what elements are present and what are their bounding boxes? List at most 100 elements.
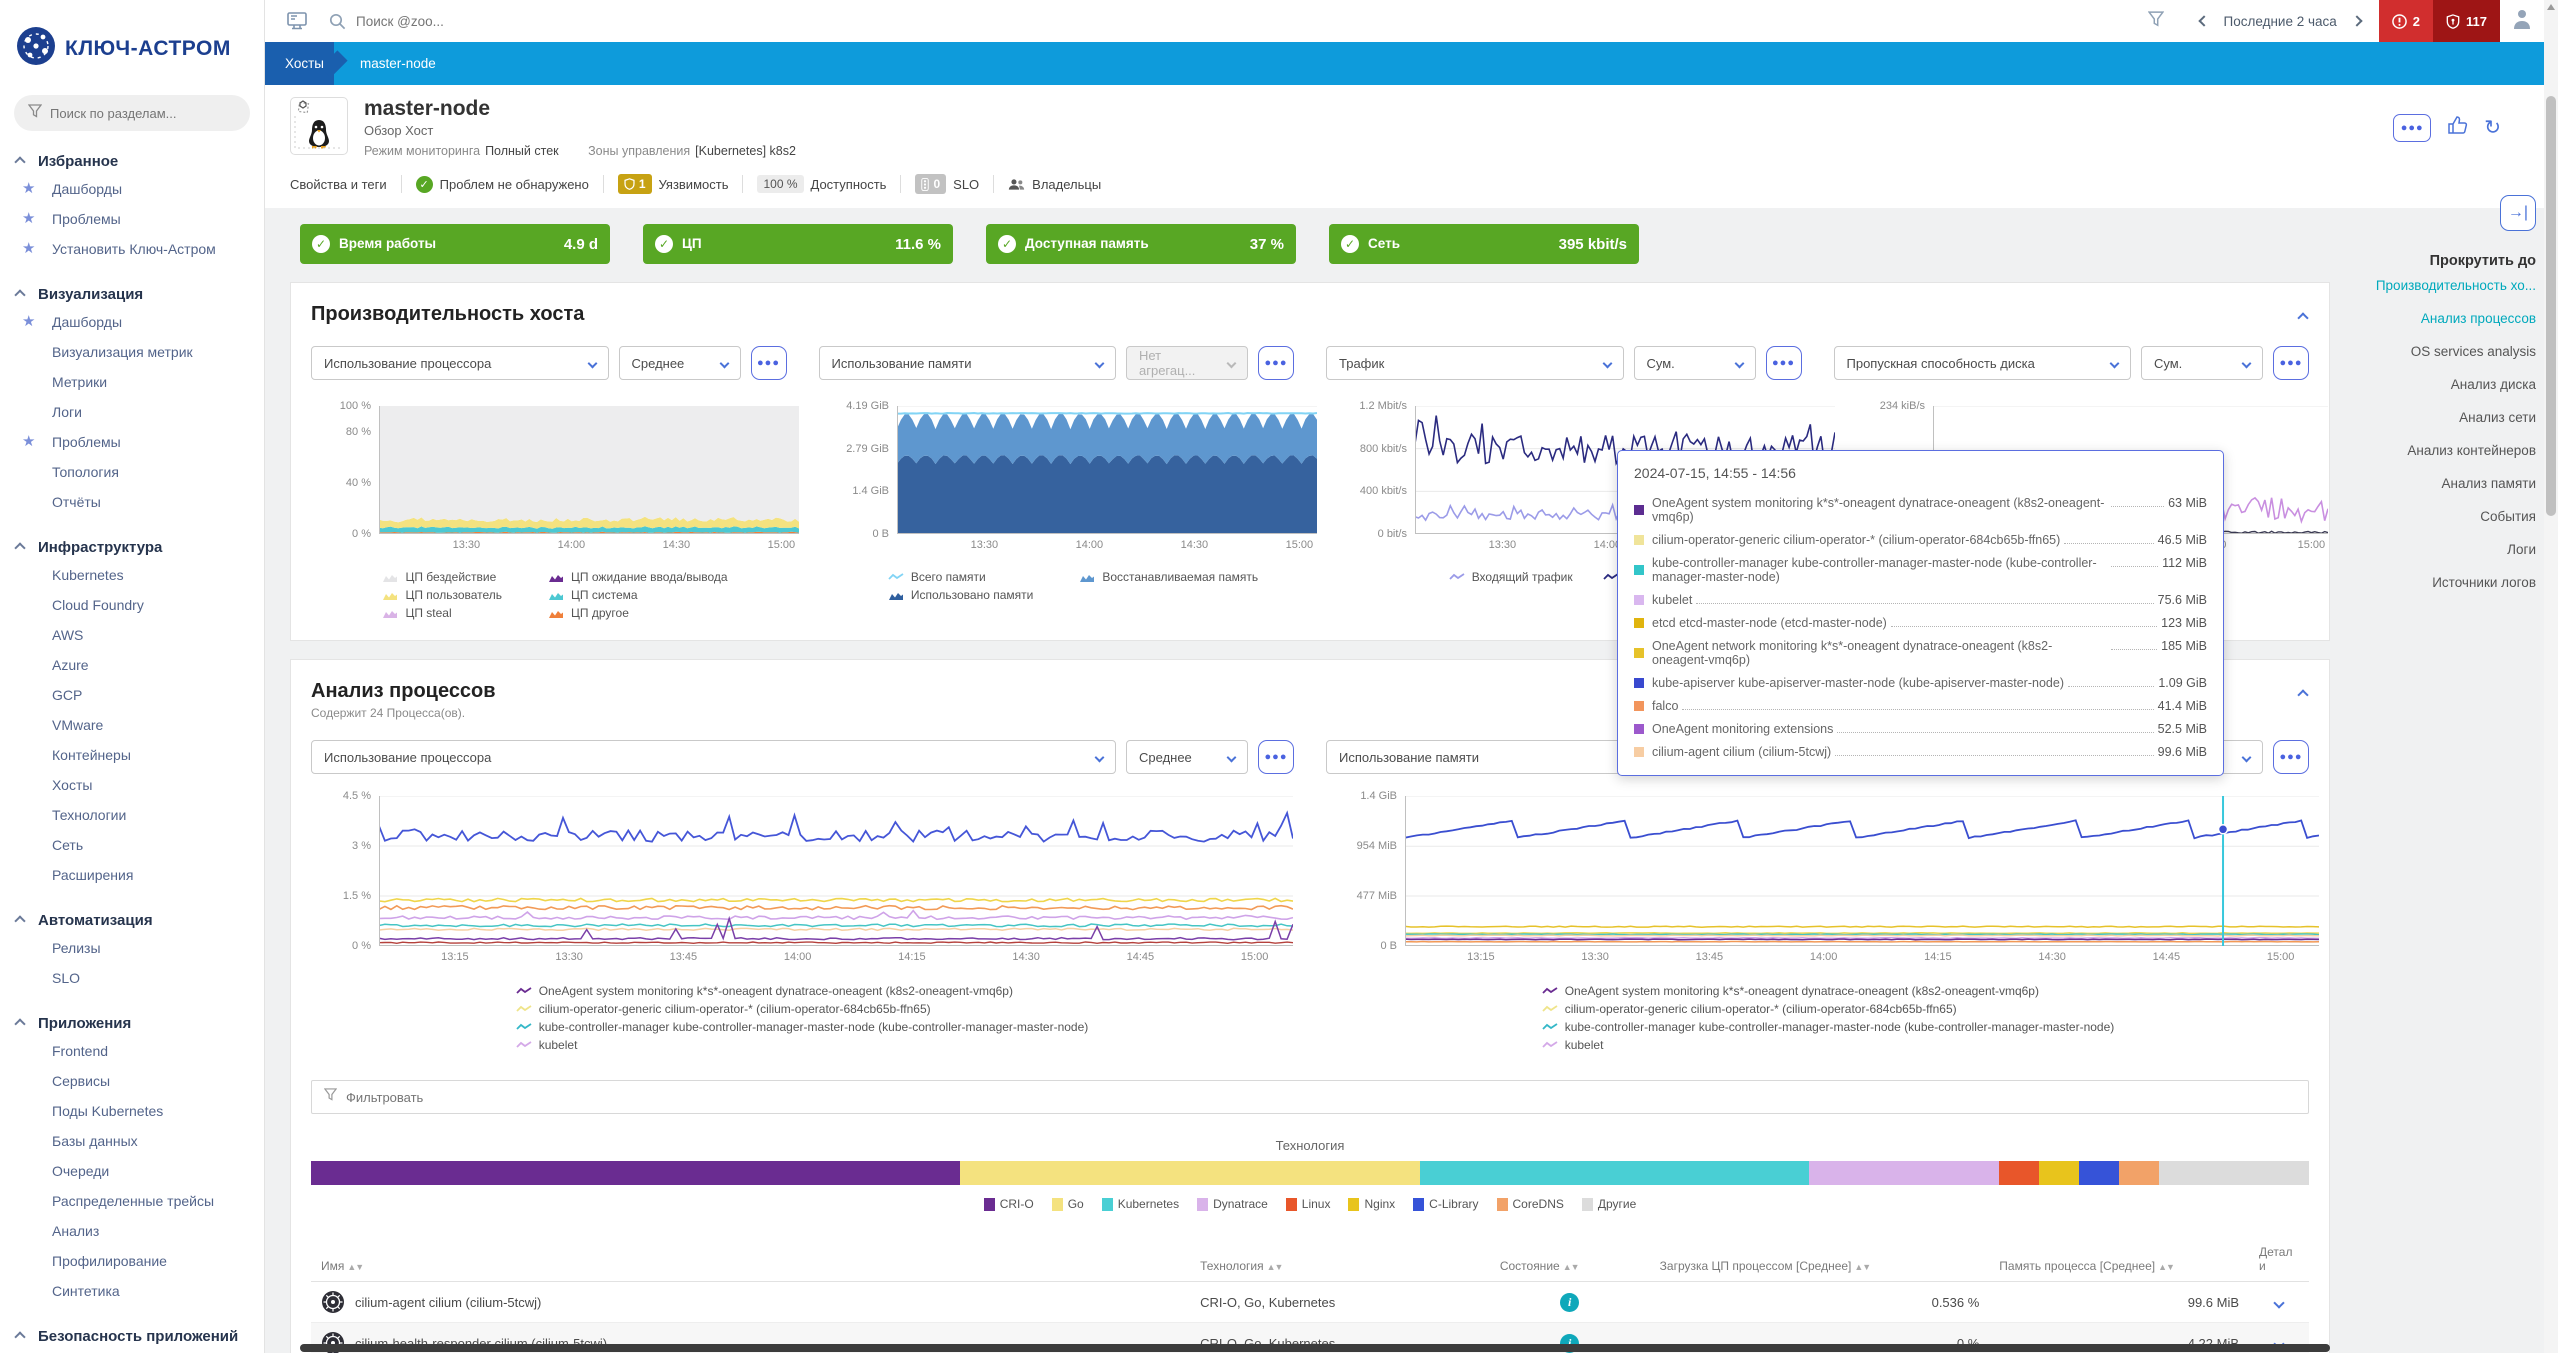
legend-item[interactable]: Восстанавливаемая память bbox=[1079, 568, 1258, 586]
health-tile-цп[interactable]: ✓ЦП11.6 % bbox=[643, 224, 953, 264]
tech-segment-c-library[interactable] bbox=[2079, 1161, 2119, 1185]
metric-select[interactable]: Использование процессора bbox=[311, 346, 609, 380]
chart-area-cpu[interactable]: 13:3014:0014:3015:00100 %80 %40 %0 % bbox=[311, 406, 799, 556]
sidebar-item-cloud-foundry[interactable]: Cloud Foundry bbox=[0, 590, 264, 620]
sidebar-item-проблемы[interactable]: ★Проблемы bbox=[0, 204, 264, 234]
sidebar-item-сервисы[interactable]: Сервисы bbox=[0, 1066, 264, 1096]
sidebar-section-header[interactable]: Избранное bbox=[0, 149, 264, 174]
breadcrumb-section[interactable]: Хосты bbox=[265, 42, 334, 85]
scroll-to-link[interactable]: События bbox=[2311, 500, 2536, 533]
legend-item[interactable]: ЦП пользователь bbox=[382, 586, 502, 604]
metric-select[interactable]: Использование процессора bbox=[311, 740, 1116, 774]
chart-more-button[interactable]: ●●● bbox=[1258, 346, 1294, 380]
collapse-section-icon[interactable] bbox=[2299, 686, 2307, 704]
user-icon[interactable] bbox=[2500, 8, 2544, 35]
sidebar-item-gcp[interactable]: GCP bbox=[0, 680, 264, 710]
sidebar-section-header[interactable]: Инфраструктура bbox=[0, 535, 264, 560]
global-search-input[interactable] bbox=[356, 14, 776, 29]
column-header-5[interactable]: Память процесса [Среднее]▲▼ bbox=[1989, 1237, 2249, 1282]
sidebar-item-логи[interactable]: Логи bbox=[0, 397, 264, 427]
scroll-to-link[interactable]: Анализ памяти bbox=[2311, 467, 2536, 500]
sidebar-item-визуализация-метрик[interactable]: Визуализация метрик bbox=[0, 337, 264, 367]
legend-item[interactable]: ЦП система bbox=[548, 586, 727, 604]
sidebar-item-дашборды[interactable]: ★Дашборды bbox=[0, 174, 264, 204]
chart-area-proc_mem[interactable]: 13:1513:3013:4514:0014:1514:3014:4515:00… bbox=[1337, 796, 2319, 968]
legend-item[interactable]: kube-controller-manager kube-controller-… bbox=[516, 1018, 1089, 1036]
legend-item[interactable]: OneAgent system monitoring k*s*-oneagent… bbox=[1542, 982, 2115, 1000]
sidebar-section-header[interactable]: Автоматизация bbox=[0, 908, 264, 933]
column-header-2[interactable]: Технология▲▼ bbox=[1190, 1237, 1490, 1282]
timeframe-next-icon[interactable] bbox=[2351, 15, 2362, 26]
sidebar-item-vmware[interactable]: VMware bbox=[0, 710, 264, 740]
process-name-cell[interactable]: cilium-agent cilium (cilium-5tcwj) bbox=[311, 1282, 1190, 1323]
tech-segment-другие[interactable] bbox=[2159, 1161, 2309, 1185]
legend-item[interactable]: kube-controller-manager kube-controller-… bbox=[1542, 1018, 2115, 1036]
chart-area-mem[interactable]: 13:3014:0014:3015:004.19 GiB2.79 GiB1.4 … bbox=[829, 406, 1317, 556]
legend-item[interactable]: ЦП бездействие bbox=[382, 568, 502, 586]
monitor-icon[interactable] bbox=[287, 12, 307, 30]
sidebar-item-сеть[interactable]: Сеть bbox=[0, 830, 264, 860]
column-header-1[interactable]: Имя▲▼ bbox=[311, 1237, 1190, 1282]
health-tile-время-работы[interactable]: ✓Время работы4.9 d bbox=[300, 224, 610, 264]
tech-segment-dynatrace[interactable] bbox=[1809, 1161, 1999, 1185]
process-filter[interactable] bbox=[311, 1080, 2309, 1114]
tech-legend-item[interactable]: C-Library bbox=[1413, 1197, 1478, 1211]
column-header-6[interactable]: Детали bbox=[2249, 1237, 2309, 1282]
tech-legend-item[interactable]: CRI-O bbox=[984, 1197, 1034, 1211]
aggregation-select[interactable]: Сум. bbox=[2141, 346, 2263, 380]
scroll-to-link[interactable]: Логи bbox=[2311, 533, 2536, 566]
tech-legend-item[interactable]: CoreDNS bbox=[1497, 1197, 1564, 1211]
legend-item[interactable]: ЦП steal bbox=[382, 604, 502, 622]
sidebar-item-хосты[interactable]: Хосты bbox=[0, 770, 264, 800]
legend-item[interactable]: kubelet bbox=[516, 1036, 1089, 1054]
status-item[interactable]: Свойства и теги bbox=[290, 177, 387, 192]
tech-segment-cri-o[interactable] bbox=[311, 1161, 960, 1185]
timeframe-prev-icon[interactable] bbox=[2198, 15, 2209, 26]
problems-badge[interactable]: 2 bbox=[2379, 0, 2433, 42]
sidebar-item-распределенные-трейсы[interactable]: Распределенные трейсы bbox=[0, 1186, 264, 1216]
filter-icon[interactable] bbox=[2148, 11, 2164, 32]
chart-more-button[interactable]: ●●● bbox=[1766, 346, 1802, 380]
status-item[interactable]: Владельцы bbox=[1008, 177, 1101, 192]
chart-more-button[interactable]: ●●● bbox=[2273, 740, 2309, 774]
tech-legend-item[interactable]: Linux bbox=[1286, 1197, 1331, 1211]
metric-select[interactable]: Трафик bbox=[1326, 346, 1624, 380]
sidebar-item-синтетика[interactable]: Синтетика bbox=[0, 1276, 264, 1306]
sidebar-item-azure[interactable]: Azure bbox=[0, 650, 264, 680]
tech-segment-nginx[interactable] bbox=[2039, 1161, 2079, 1185]
process-filter-input[interactable] bbox=[346, 1090, 846, 1105]
health-tile-сеть[interactable]: ✓Сеть395 kbit/s bbox=[1329, 224, 1639, 264]
scroll-to-link[interactable]: Производительность хо... bbox=[2311, 269, 2536, 302]
timeframe-label[interactable]: Последние 2 часа bbox=[2224, 14, 2337, 29]
column-header-3[interactable]: Состояние▲▼ bbox=[1490, 1237, 1650, 1282]
scroll-up-arrow-icon[interactable] bbox=[2547, 4, 2555, 10]
sidebar-section-header[interactable]: Приложения bbox=[0, 1011, 264, 1036]
legend-item[interactable]: ЦП другое bbox=[548, 604, 727, 622]
legend-item[interactable]: cilium-operator-generic cilium-operator-… bbox=[1542, 1000, 2115, 1018]
vulnerabilities-badge[interactable]: 117 bbox=[2433, 0, 2500, 42]
tech-legend-item[interactable]: Kubernetes bbox=[1102, 1197, 1179, 1211]
status-item[interactable]: 100 %Доступность bbox=[757, 175, 886, 193]
scroll-to-link[interactable]: Анализ процессов bbox=[2311, 302, 2536, 335]
sidebar-item-установить-ключ-астром[interactable]: ★Установить Ключ-Астром bbox=[0, 234, 264, 264]
chart-area-proc_cpu[interactable]: 13:1513:3013:4514:0014:1514:3014:4515:00… bbox=[311, 796, 1293, 968]
legend-item[interactable]: OneAgent system monitoring k*s*-oneagent… bbox=[516, 982, 1089, 1000]
sidebar-item-релизы[interactable]: Релизы bbox=[0, 933, 264, 963]
scroll-to-link[interactable]: OS services analysis bbox=[2311, 335, 2536, 368]
info-icon[interactable]: i bbox=[1560, 1293, 1579, 1312]
chart-more-button[interactable]: ●●● bbox=[2273, 346, 2309, 380]
legend-item[interactable]: ЦП ожидание ввода/вывода bbox=[548, 568, 727, 586]
sidebar-item-slo[interactable]: SLO bbox=[0, 963, 264, 993]
sidebar-item-технологии[interactable]: Технологии bbox=[0, 800, 264, 830]
more-actions-button[interactable]: ●●● bbox=[2393, 114, 2431, 142]
sidebar-search-input[interactable] bbox=[50, 106, 220, 121]
sidebar-item-дашборды[interactable]: ★Дашборды bbox=[0, 307, 264, 337]
sidebar-item-kubernetes[interactable]: Kubernetes bbox=[0, 560, 264, 590]
app-logo[interactable]: КЛЮЧ-АСТРОМ bbox=[0, 0, 264, 81]
sidebar-section-header[interactable]: Визуализация bbox=[0, 282, 264, 307]
sidebar-section-header[interactable]: Безопасность приложений bbox=[0, 1324, 264, 1349]
sidebar-item-анализ[interactable]: Анализ bbox=[0, 1216, 264, 1246]
scroll-to-link[interactable]: Анализ сети bbox=[2311, 401, 2536, 434]
meta-value[interactable]: [Kubernetes] k8s2 bbox=[695, 144, 796, 158]
column-header-4[interactable]: Загрузка ЦП процессом [Среднее]▲▼ bbox=[1650, 1237, 1990, 1282]
